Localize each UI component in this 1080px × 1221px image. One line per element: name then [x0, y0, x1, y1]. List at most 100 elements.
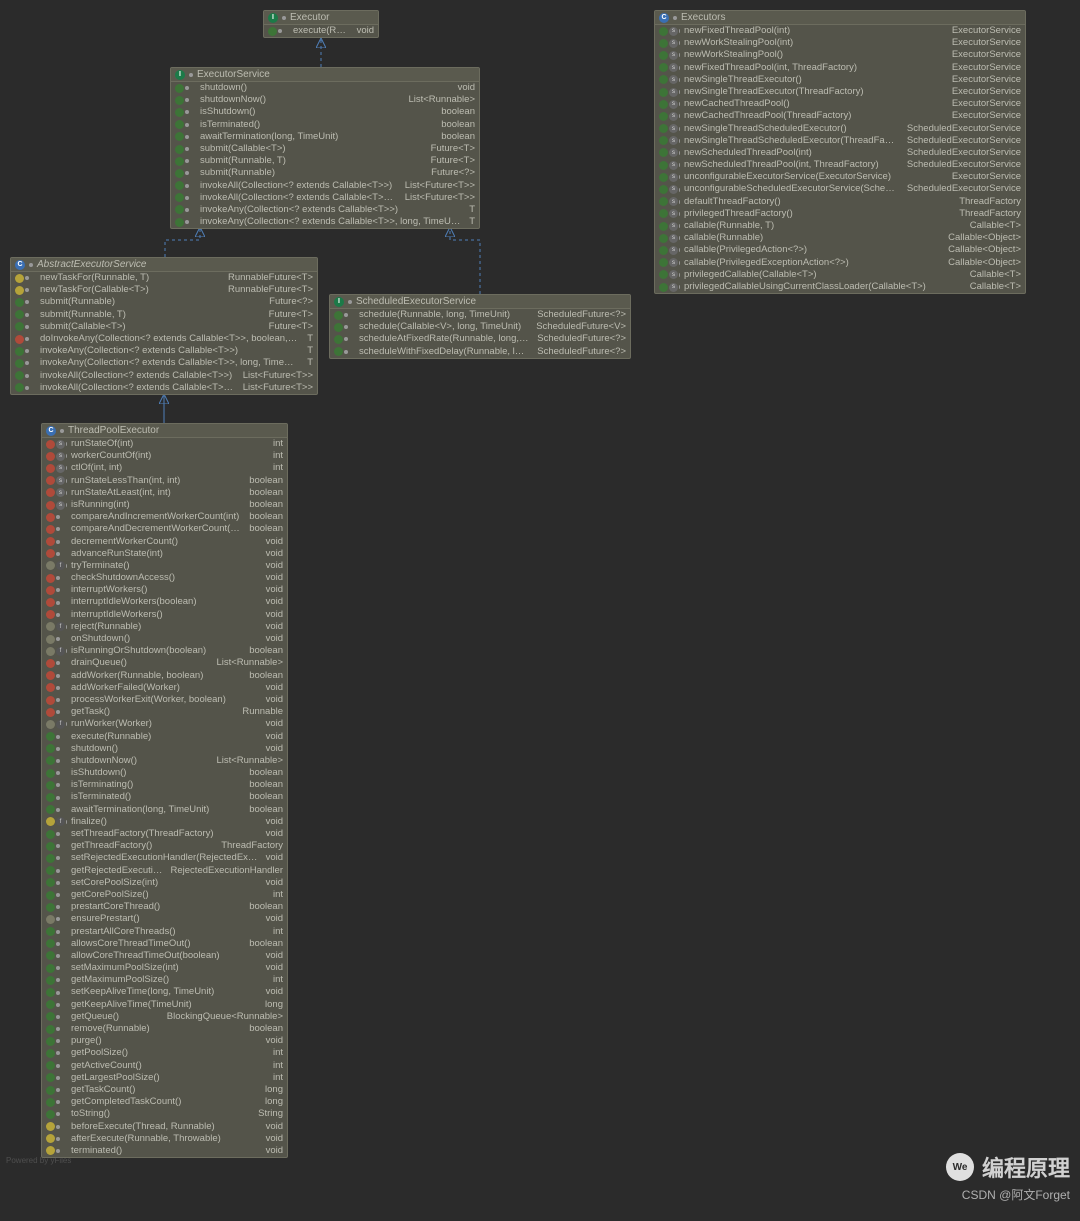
class-header[interactable]: IScheduledExecutorService — [330, 295, 630, 309]
method-row[interactable]: submit(Runnable)Future<?> — [11, 296, 317, 308]
method-row[interactable]: purge()void — [42, 1035, 287, 1047]
method-row[interactable]: getCorePoolSize()int — [42, 889, 287, 901]
class-header[interactable]: CExecutors — [655, 11, 1025, 25]
method-row[interactable]: sisRunning(int)boolean — [42, 499, 287, 511]
method-row[interactable]: newTaskFor(Callable<T>)RunnableFuture<T> — [11, 284, 317, 296]
method-row[interactable]: newTaskFor(Runnable, T)RunnableFuture<T> — [11, 272, 317, 284]
class-box-executor[interactable]: IExecutorexecute(Runnable)void — [263, 10, 379, 38]
method-row[interactable]: submit(Runnable, T)Future<T> — [171, 155, 479, 167]
method-row[interactable]: snewWorkStealingPool()ExecutorService — [655, 49, 1025, 61]
method-row[interactable]: snewSingleThreadExecutor(ThreadFactory)E… — [655, 86, 1025, 98]
method-row[interactable]: allowCoreThreadTimeOut(boolean)void — [42, 950, 287, 962]
method-row[interactable]: freject(Runnable)void — [42, 621, 287, 633]
method-row[interactable]: shutdownNow()List<Runnable> — [42, 755, 287, 767]
method-row[interactable]: getActiveCount()int — [42, 1060, 287, 1072]
method-row[interactable]: getLargestPoolSize()int — [42, 1072, 287, 1084]
method-row[interactable]: isShutdown()boolean — [171, 106, 479, 118]
method-row[interactable]: awaitTermination(long, TimeUnit)boolean — [171, 131, 479, 143]
method-row[interactable]: getQueue()BlockingQueue<Runnable> — [42, 1011, 287, 1023]
method-row[interactable]: sworkerCountOf(int)int — [42, 450, 287, 462]
method-row[interactable]: srunStateOf(int)int — [42, 438, 287, 450]
method-row[interactable]: snewWorkStealingPool(int)ExecutorService — [655, 37, 1025, 49]
method-row[interactable]: setRejectedExecutionHandler(RejectedExec… — [42, 852, 287, 864]
method-row[interactable]: shutdown()void — [171, 82, 479, 94]
method-row[interactable]: addWorkerFailed(Worker)void — [42, 682, 287, 694]
method-row[interactable]: schedule(Runnable, long, TimeUnit)Schedu… — [330, 309, 630, 321]
method-row[interactable]: submit(Runnable)Future<?> — [171, 167, 479, 179]
method-row[interactable]: invokeAny(Collection<? extends Callable<… — [171, 204, 479, 216]
method-row[interactable]: compareAndIncrementWorkerCount(int)boole… — [42, 511, 287, 523]
method-row[interactable]: sprivilegedThreadFactory()ThreadFactory — [655, 208, 1025, 220]
method-row[interactable]: sdefaultThreadFactory()ThreadFactory — [655, 196, 1025, 208]
method-row[interactable]: sctlOf(int, int)int — [42, 462, 287, 474]
method-row[interactable]: setMaximumPoolSize(int)void — [42, 962, 287, 974]
method-row[interactable]: processWorkerExit(Worker, boolean)void — [42, 694, 287, 706]
method-row[interactable]: invokeAll(Collection<? extends Callable<… — [171, 192, 479, 204]
method-row[interactable]: snewSingleThreadScheduledExecutor()Sched… — [655, 123, 1025, 135]
method-row[interactable]: prestartCoreThread()boolean — [42, 901, 287, 913]
method-row[interactable]: shutdown()void — [42, 743, 287, 755]
method-row[interactable]: isShutdown()boolean — [42, 767, 287, 779]
method-row[interactable]: ftryTerminate()void — [42, 560, 287, 572]
class-header[interactable]: IExecutor — [264, 11, 378, 25]
method-row[interactable]: invokeAny(Collection<? extends Callable<… — [11, 357, 317, 369]
method-row[interactable]: scheduleWithFixedDelay(Runnable, long, l… — [330, 346, 630, 358]
method-row[interactable]: toString()String — [42, 1108, 287, 1120]
method-row[interactable]: drainQueue()List<Runnable> — [42, 657, 287, 669]
method-row[interactable]: scallable(Runnable)Callable<Object> — [655, 232, 1025, 244]
method-row[interactable]: srunStateAtLeast(int, int)boolean — [42, 487, 287, 499]
method-row[interactable]: getThreadFactory()ThreadFactory — [42, 840, 287, 852]
method-row[interactable]: getCompletedTaskCount()long — [42, 1096, 287, 1108]
method-row[interactable]: execute(Runnable)void — [264, 25, 378, 37]
class-box-executors[interactable]: CExecutorssnewFixedThreadPool(int)Execut… — [654, 10, 1026, 294]
method-row[interactable]: getMaximumPoolSize()int — [42, 974, 287, 986]
method-row[interactable]: snewSingleThreadExecutor()ExecutorServic… — [655, 74, 1025, 86]
class-header[interactable]: CAbstractExecutorService — [11, 258, 317, 272]
method-row[interactable]: remove(Runnable)boolean — [42, 1023, 287, 1035]
method-row[interactable]: onShutdown()void — [42, 633, 287, 645]
method-row[interactable]: invokeAny(Collection<? extends Callable<… — [11, 345, 317, 357]
method-row[interactable]: submit(Runnable, T)Future<T> — [11, 309, 317, 321]
method-row[interactable]: setThreadFactory(ThreadFactory)void — [42, 828, 287, 840]
method-row[interactable]: afterExecute(Runnable, Throwable)void — [42, 1133, 287, 1145]
method-row[interactable]: invokeAll(Collection<? extends Callable<… — [11, 370, 317, 382]
method-row[interactable]: getPoolSize()int — [42, 1047, 287, 1059]
method-row[interactable]: interruptWorkers()void — [42, 584, 287, 596]
method-row[interactable]: invokeAll(Collection<? extends Callable<… — [171, 180, 479, 192]
method-row[interactable]: decrementWorkerCount()void — [42, 536, 287, 548]
method-row[interactable]: scallable(PrivilegedExceptionAction<?>)C… — [655, 257, 1025, 269]
method-row[interactable]: awaitTermination(long, TimeUnit)boolean — [42, 804, 287, 816]
method-row[interactable]: submit(Callable<T>)Future<T> — [11, 321, 317, 333]
method-row[interactable]: snewCachedThreadPool(ThreadFactory)Execu… — [655, 110, 1025, 122]
method-row[interactable]: frunWorker(Worker)void — [42, 718, 287, 730]
method-row[interactable]: snewFixedThreadPool(int, ThreadFactory)E… — [655, 62, 1025, 74]
method-row[interactable]: isTerminated()boolean — [42, 791, 287, 803]
class-header[interactable]: IExecutorService — [171, 68, 479, 82]
method-row[interactable]: addWorker(Runnable, boolean)boolean — [42, 670, 287, 682]
method-row[interactable]: isTerminated()boolean — [171, 119, 479, 131]
method-row[interactable]: submit(Callable<T>)Future<T> — [171, 143, 479, 155]
method-row[interactable]: schedule(Callable<V>, long, TimeUnit)Sch… — [330, 321, 630, 333]
method-row[interactable]: fisRunningOrShutdown(boolean)boolean — [42, 645, 287, 657]
method-row[interactable]: checkShutdownAccess()void — [42, 572, 287, 584]
method-row[interactable]: shutdownNow()List<Runnable> — [171, 94, 479, 106]
method-row[interactable]: allowsCoreThreadTimeOut()boolean — [42, 938, 287, 950]
method-row[interactable]: advanceRunState(int)void — [42, 548, 287, 560]
method-row[interactable]: compareAndDecrementWorkerCount(int)boole… — [42, 523, 287, 535]
method-row[interactable]: interruptIdleWorkers()void — [42, 609, 287, 621]
class-box-abstractExecutorService[interactable]: CAbstractExecutorServicenewTaskFor(Runna… — [10, 257, 318, 395]
method-row[interactable]: setCorePoolSize(int)void — [42, 877, 287, 889]
method-row[interactable]: sunconfigurableScheduledExecutorService(… — [655, 183, 1025, 195]
method-row[interactable]: snewScheduledThreadPool(int)ScheduledExe… — [655, 147, 1025, 159]
method-row[interactable]: snewSingleThreadScheduledExecutor(Thread… — [655, 135, 1025, 147]
method-row[interactable]: sprivilegedCallable(Callable<T>)Callable… — [655, 269, 1025, 281]
class-box-threadPoolExecutor[interactable]: CThreadPoolExecutorsrunStateOf(int)intsw… — [41, 423, 288, 1158]
class-box-scheduledExecutorService[interactable]: IScheduledExecutorServiceschedule(Runnab… — [329, 294, 631, 359]
method-row[interactable]: prestartAllCoreThreads()int — [42, 926, 287, 938]
method-row[interactable]: snewFixedThreadPool(int)ExecutorService — [655, 25, 1025, 37]
method-row[interactable]: invokeAny(Collection<? extends Callable<… — [171, 216, 479, 228]
method-row[interactable]: sunconfigurableExecutorService(ExecutorS… — [655, 171, 1025, 183]
method-row[interactable]: getTask()Runnable — [42, 706, 287, 718]
method-row[interactable]: ffinalize()void — [42, 816, 287, 828]
method-row[interactable]: sprivilegedCallableUsingCurrentClassLoad… — [655, 281, 1025, 293]
